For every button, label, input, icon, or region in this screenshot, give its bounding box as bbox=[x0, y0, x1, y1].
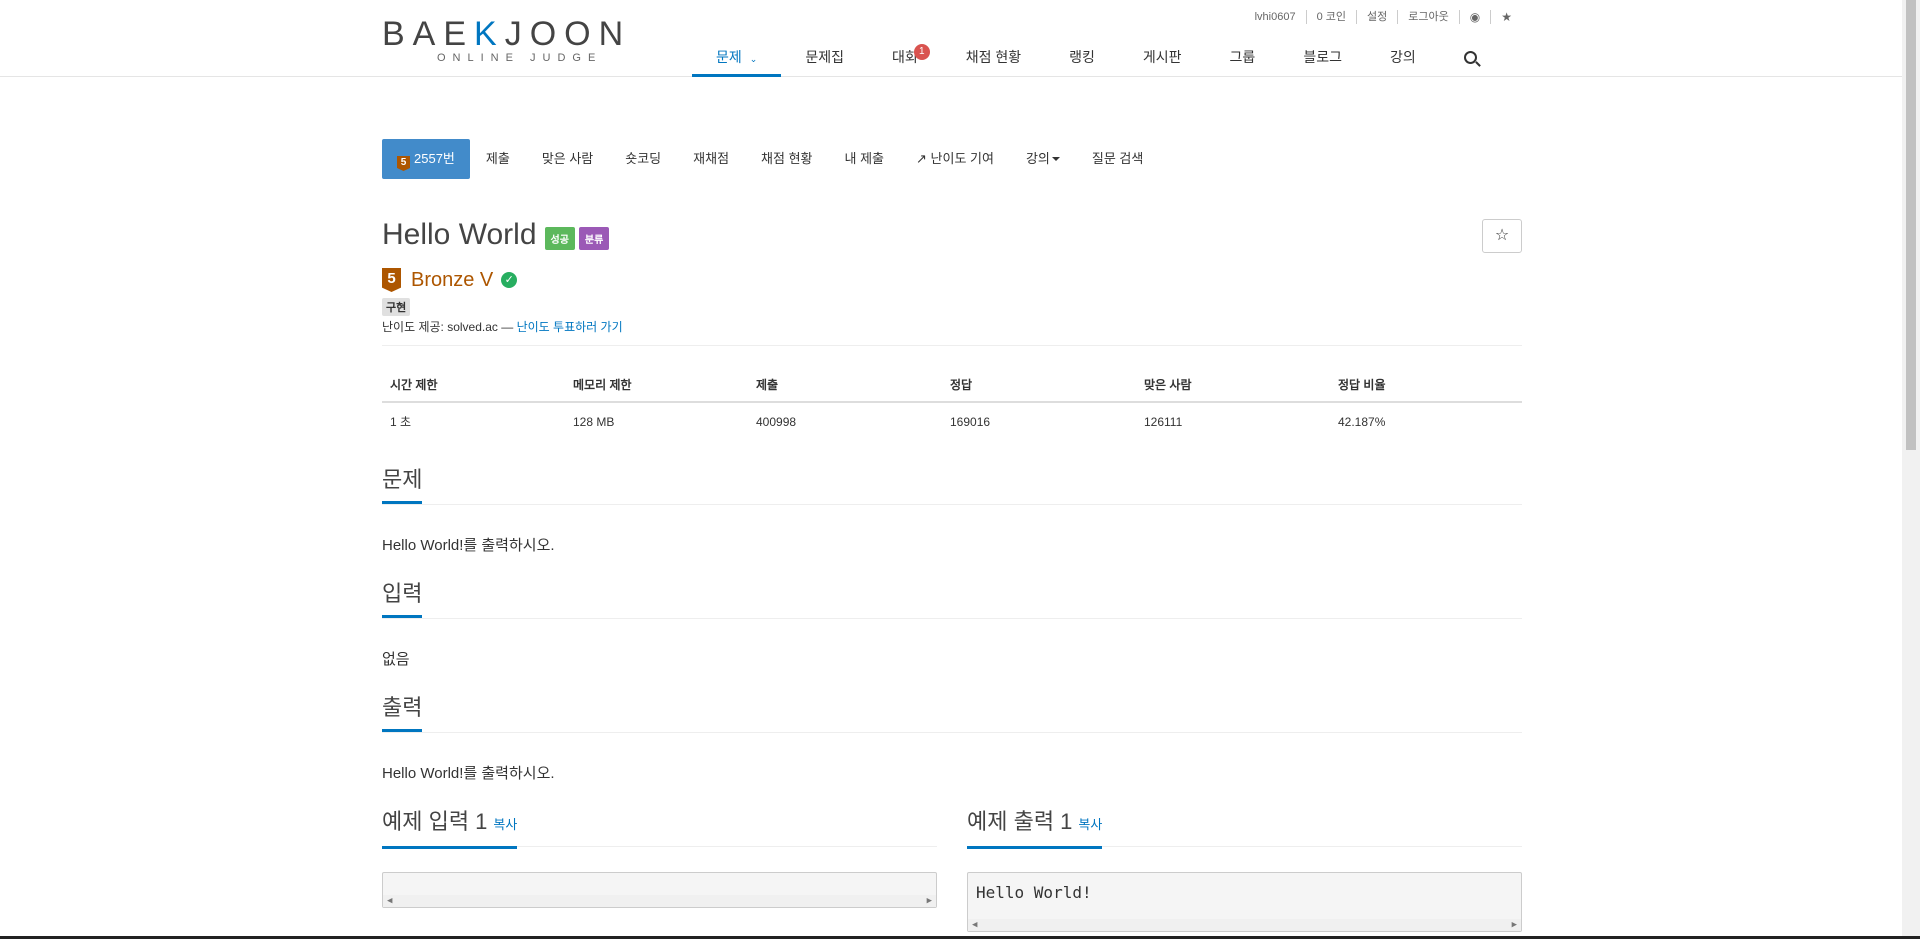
table-header: 정답 비율 bbox=[1330, 368, 1522, 403]
table-header: 맞은 사람 bbox=[1136, 368, 1330, 403]
caret-down-icon bbox=[1051, 157, 1060, 161]
input-section-header: 입력 bbox=[382, 579, 1522, 619]
input-description: 없음 bbox=[382, 651, 410, 668]
category-label[interactable]: 분류 bbox=[578, 226, 610, 250]
logout-link[interactable]: 로그아웃 bbox=[1398, 10, 1460, 24]
username-link[interactable]: lvhi0607 bbox=[1245, 10, 1307, 24]
table-header: 시간 제한 bbox=[382, 368, 565, 403]
problem-title-row: Hello World 성공 분류 bbox=[382, 218, 610, 252]
table-cell: 400998 bbox=[756, 414, 797, 429]
sample-output-box[interactable]: Hello World! ◀ ▶ bbox=[967, 872, 1522, 932]
tier-name: Bronze V bbox=[411, 268, 494, 291]
scrollbar-thumb[interactable] bbox=[1906, 0, 1916, 450]
output-description: Hello World!를 출력하시오. bbox=[382, 765, 555, 782]
nav-workbook[interactable]: 문제집 bbox=[781, 40, 868, 77]
table-header: 제출 bbox=[748, 368, 942, 403]
bronze-tier-badge-icon: 5 bbox=[382, 268, 401, 292]
horizontal-scrollbar[interactable]: ◀ ▶ bbox=[383, 895, 936, 907]
solved-users-tab[interactable]: 맞은 사람 bbox=[526, 139, 609, 179]
nav-lecture[interactable]: 강의 bbox=[1366, 40, 1440, 77]
output-section-header: 출력 bbox=[382, 693, 1522, 733]
copy-output-button[interactable]: 복사 bbox=[1078, 817, 1102, 832]
chevron-down-icon: ⌄ bbox=[749, 54, 758, 64]
copy-input-button[interactable]: 복사 bbox=[493, 817, 517, 832]
contest-count-badge: 1 bbox=[913, 44, 930, 60]
scroll-left-icon[interactable]: ◀ bbox=[387, 895, 392, 907]
sample-output-code: Hello World! bbox=[976, 883, 1092, 902]
horizontal-scrollbar[interactable]: ◀ ▶ bbox=[968, 919, 1521, 931]
settings-link[interactable]: 설정 bbox=[1357, 10, 1399, 24]
table-cell: 128 MB bbox=[573, 414, 615, 429]
site-logo[interactable]: BAEKJOON ONLINE JUDGE bbox=[382, 14, 632, 66]
section-title: 예제 출력 1 복사 bbox=[967, 807, 1103, 849]
solved-check-icon: ✓ bbox=[501, 272, 518, 288]
main-nav: 문제 ⌄ 문제집 대회 1 채점 현황 랭킹 게시판 그룹 블로그 강의 bbox=[692, 40, 1501, 77]
question-search-tab[interactable]: 질문 검색 bbox=[1076, 139, 1159, 179]
scroll-right-icon[interactable]: ▶ bbox=[927, 895, 932, 907]
submit-tab[interactable]: 제출 bbox=[470, 139, 526, 179]
scroll-right-icon[interactable]: ▶ bbox=[1512, 919, 1517, 931]
bronze-tier-icon: 5 bbox=[397, 156, 410, 171]
table-cell: 42.187% bbox=[1338, 414, 1386, 429]
rejudge-tab[interactable]: 재채점 bbox=[677, 139, 745, 179]
table-header: 메모리 제한 bbox=[565, 368, 748, 403]
problem-number-tab[interactable]: 5 2557번 bbox=[382, 139, 470, 179]
problem-menu: 5 2557번 제출 맞은 사람 숏코딩 재채점 채점 현황 내 제출 ↗ 난이도… bbox=[382, 139, 1159, 179]
tier-row: 5 Bronze V ✓ bbox=[382, 268, 518, 292]
nav-ranking[interactable]: 랭킹 bbox=[1045, 40, 1119, 77]
problem-description: Hello World!를 출력하시오. bbox=[382, 537, 555, 554]
logo-wordmark: BAEKJOON bbox=[382, 15, 632, 53]
nav-blog[interactable]: 블로그 bbox=[1279, 40, 1366, 77]
nav-status[interactable]: 채점 현황 bbox=[942, 40, 1045, 77]
sample-input-header: 예제 입력 1 복사 bbox=[382, 807, 937, 849]
section-title: 문제 bbox=[382, 465, 423, 504]
globe-icon[interactable]: ◉ bbox=[1460, 10, 1492, 24]
algorithm-tag[interactable]: 구현 bbox=[382, 298, 411, 316]
site-header: BAEKJOON ONLINE JUDGE lvhi0607 0 코인 설정 로… bbox=[0, 0, 1902, 77]
difficulty-contrib-tab[interactable]: ↗ 난이도 기여 bbox=[900, 139, 1010, 179]
favorite-star-button[interactable]: ☆ bbox=[1482, 219, 1522, 253]
problem-section-header: 문제 bbox=[382, 465, 1522, 505]
problem-title: Hello World bbox=[382, 218, 537, 251]
lecture-dropdown[interactable]: 강의 bbox=[1010, 139, 1076, 179]
info-value-row: 1 초 128 MB 400998 169016 126111 42.187% bbox=[382, 402, 1522, 440]
sample-input-box[interactable]: ◀ ▶ bbox=[382, 872, 937, 908]
page-scrollbar[interactable] bbox=[1902, 0, 1920, 939]
success-label: 성공 bbox=[544, 226, 575, 250]
status-tab[interactable]: 채점 현황 bbox=[745, 139, 828, 179]
section-title: 예제 입력 1 복사 bbox=[382, 807, 518, 849]
coins-link[interactable]: 0 코인 bbox=[1307, 10, 1358, 24]
table-cell: 1 초 bbox=[390, 415, 412, 429]
nav-board[interactable]: 게시판 bbox=[1119, 40, 1206, 77]
section-title: 출력 bbox=[382, 693, 423, 732]
difficulty-credit: 난이도 제공: solved.ac — 난이도 투표하러 가기 bbox=[382, 320, 623, 334]
my-submissions-tab[interactable]: 내 제출 bbox=[829, 139, 901, 179]
star-icon[interactable]: ★ bbox=[1491, 10, 1522, 24]
vote-difficulty-link[interactable]: 난이도 투표하러 가기 bbox=[517, 320, 623, 334]
table-cell: 169016 bbox=[950, 414, 991, 429]
nav-contest[interactable]: 대회 1 bbox=[868, 40, 942, 77]
nav-problems[interactable]: 문제 ⌄ bbox=[692, 40, 782, 77]
table-header: 정답 bbox=[942, 368, 1136, 403]
external-link-icon: ↗ bbox=[916, 151, 927, 166]
nav-group[interactable]: 그룹 bbox=[1206, 40, 1280, 77]
top-user-bar: lvhi0607 0 코인 설정 로그아웃 ◉ ★ bbox=[1245, 10, 1522, 24]
sample-input-code bbox=[383, 873, 936, 893]
table-cell: 126111 bbox=[1144, 414, 1183, 429]
logo-subtitle: ONLINE JUDGE bbox=[437, 52, 603, 64]
nav-search[interactable] bbox=[1440, 40, 1501, 77]
sample-output-header: 예제 출력 1 복사 bbox=[967, 807, 1522, 849]
scroll-left-icon[interactable]: ◀ bbox=[972, 919, 977, 931]
shortcoding-tab[interactable]: 숏코딩 bbox=[609, 139, 677, 179]
problem-info-table: 시간 제한 메모리 제한 제출 정답 맞은 사람 정답 비율 1 초 128 M… bbox=[382, 368, 1522, 440]
info-header-row: 시간 제한 메모리 제한 제출 정답 맞은 사람 정답 비율 bbox=[382, 368, 1522, 403]
star-outline-icon: ☆ bbox=[1494, 227, 1510, 244]
divider bbox=[382, 345, 1522, 346]
search-icon bbox=[1463, 51, 1477, 64]
section-title: 입력 bbox=[382, 579, 423, 618]
